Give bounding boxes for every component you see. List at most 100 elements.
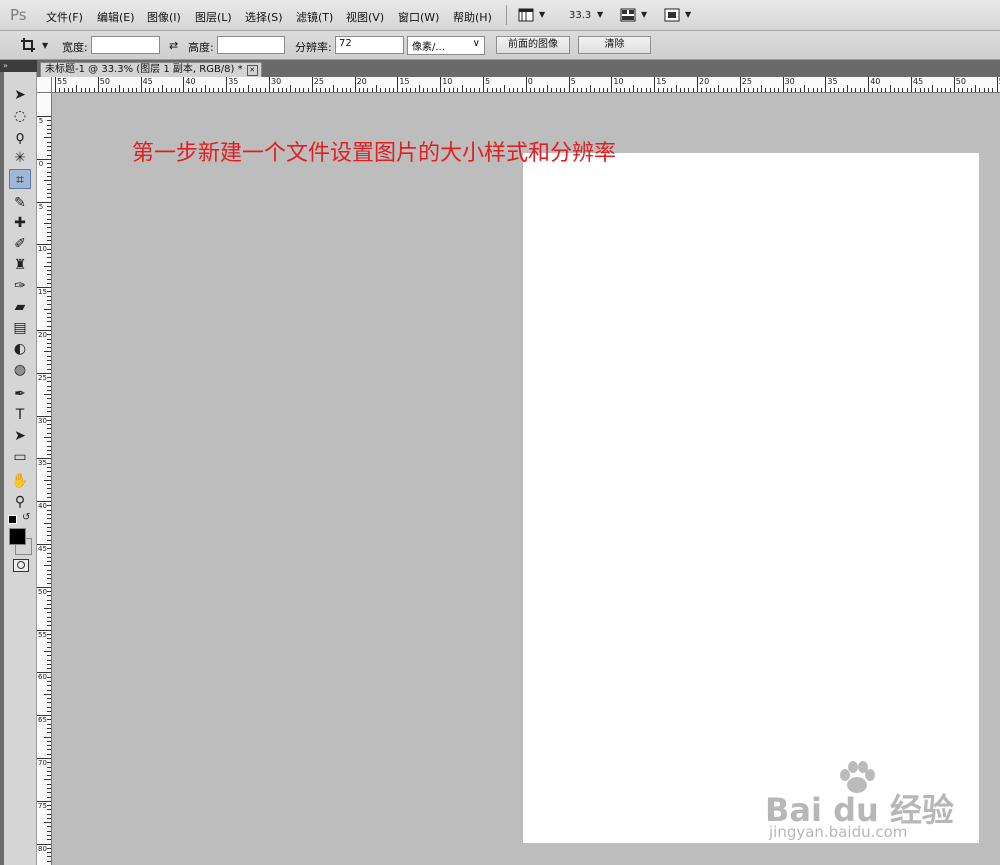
ruler-label: 30 <box>271 77 282 86</box>
ruler-minor-tick <box>684 88 686 92</box>
ruler-minor-tick <box>769 88 771 92</box>
crop-tool-icon[interactable]: ⌗ <box>9 169 31 189</box>
ruler-minor-tick <box>495 88 497 92</box>
chevron-down-icon[interactable]: ▼ <box>597 10 603 19</box>
foreground-color-swatch[interactable] <box>9 528 26 545</box>
ruler-minor-tick <box>307 88 309 92</box>
chevron-down-icon[interactable]: ▼ <box>685 10 691 19</box>
front-image-button[interactable]: 前面的图像 <box>496 36 570 54</box>
ruler-minor-tick <box>256 88 258 92</box>
ruler-label: 45 <box>38 545 47 553</box>
path-select-tool-icon[interactable]: ➤ <box>9 426 31 446</box>
ruler-minor-tick <box>47 210 51 212</box>
swap-colors-icon[interactable]: ↺ <box>22 512 30 523</box>
healing-brush-tool-icon[interactable]: ✚ <box>9 213 31 233</box>
zoom-level[interactable]: 33.3 <box>569 10 591 21</box>
ruler-label: 50 <box>99 77 110 86</box>
ruler-minor-tick <box>47 321 51 323</box>
ruler-minor-tick <box>401 88 403 92</box>
ruler-minor-tick <box>102 88 104 92</box>
move-tool-icon[interactable]: ➤ <box>9 85 31 105</box>
menu-layer[interactable]: 图层(L) <box>195 9 232 25</box>
gradient-tool-icon[interactable]: ▤ <box>9 318 31 338</box>
height-label: 高度: <box>188 41 214 54</box>
workspace[interactable]: 第一步新建一个文件设置图片的大小样式和分辨率 Bai du 经验 jingyan… <box>52 93 1000 865</box>
type-tool-icon[interactable]: T <box>9 405 31 425</box>
blur-tool-icon[interactable]: ◐ <box>9 339 31 359</box>
ruler-minor-tick <box>795 88 797 92</box>
default-colors-icon[interactable] <box>8 515 17 524</box>
marquee-tool-icon[interactable]: ◌ <box>9 106 31 126</box>
ruler-minor-tick <box>585 88 587 92</box>
width-field[interactable] <box>91 36 160 54</box>
ruler-minor-tick <box>47 419 51 421</box>
ruler-minor-tick <box>470 88 472 92</box>
menu-file[interactable]: 文件(F) <box>46 9 83 25</box>
quick-select-tool-icon[interactable]: ✳ <box>9 148 31 168</box>
resolution-unit-select[interactable]: 像素/... ∨ <box>407 36 485 55</box>
ruler-minor-tick <box>936 88 938 92</box>
menu-select[interactable]: 选择(S) <box>245 9 283 25</box>
vertical-ruler[interactable]: 5 0 5 10 15 20 25 30 35 40 45 50 55 60 65 70 75 80 <box>37 93 52 865</box>
ruler-minor-tick <box>72 88 74 92</box>
ruler-minor-tick <box>47 659 51 661</box>
ruler-minor-tick <box>47 342 51 344</box>
document-tab[interactable]: 未标题-1 @ 33.3% (图层 1 副本, RGB/8) * ✕ <box>40 62 262 77</box>
close-icon[interactable]: ✕ <box>246 65 258 76</box>
zoom-tool-icon[interactable]: ⚲ <box>9 492 31 512</box>
ruler-minor-tick <box>47 509 51 511</box>
shape-tool-icon[interactable]: ▭ <box>9 447 31 467</box>
height-field[interactable] <box>217 36 285 54</box>
menu-filter[interactable]: 滤镜(T) <box>296 9 333 25</box>
ruler-minor-tick <box>294 88 296 92</box>
ruler-minor-tick <box>281 88 283 92</box>
clone-stamp-tool-icon[interactable]: ♜ <box>9 255 31 275</box>
eraser-tool-icon[interactable]: ▰ <box>9 297 31 317</box>
clear-button[interactable]: 清除 <box>578 36 651 54</box>
ruler-major-tick <box>311 77 313 92</box>
menu-help[interactable]: 帮助(H) <box>453 9 492 25</box>
ruler-minor-tick <box>47 556 51 558</box>
ruler-origin[interactable] <box>37 77 52 93</box>
crop-tool-preset-icon[interactable] <box>20 37 36 52</box>
dodge-tool-icon[interactable]: ◍ <box>9 360 31 380</box>
ruler-minor-tick <box>47 578 51 580</box>
document-canvas[interactable] <box>523 153 979 843</box>
hand-tool-icon[interactable]: ✋ <box>9 471 31 491</box>
chevron-down-icon[interactable]: ▼ <box>42 41 48 50</box>
ruler-minor-tick <box>47 205 51 207</box>
ruler-minor-tick <box>47 347 51 349</box>
panel-collapse-icon[interactable]: » <box>0 60 37 72</box>
ruler-label: 0 <box>527 77 533 86</box>
menu-window[interactable]: 窗口(W) <box>398 9 439 25</box>
screen-mode-icon[interactable] <box>664 8 680 22</box>
horizontal-ruler[interactable]: 55 50 45 40 35 30 25 20 15 10 5 0 5 10 15 20 25 30 35 40 45 5… <box>52 77 1000 93</box>
ruler-minor-tick <box>47 364 51 366</box>
menu-view[interactable]: 视图(V) <box>346 9 384 25</box>
brush-tool-icon[interactable]: ✐ <box>9 234 31 254</box>
chevron-down-icon[interactable]: ▼ <box>539 10 545 19</box>
eyedropper-tool-icon[interactable]: ✎ <box>9 193 31 213</box>
quick-mask-icon[interactable] <box>13 559 29 572</box>
lasso-tool-icon[interactable]: ϙ <box>9 127 31 147</box>
ruler-label: 35 <box>38 459 47 468</box>
chevron-down-icon[interactable]: ▼ <box>641 10 647 19</box>
swap-dimensions-icon[interactable]: ⇄ <box>169 39 178 52</box>
ruler-minor-tick <box>778 88 780 92</box>
history-brush-tool-icon[interactable]: ✑ <box>9 276 31 296</box>
ruler-minor-tick <box>47 462 51 464</box>
arrange-documents-icon[interactable] <box>620 8 636 22</box>
screen-arrangement-icon[interactable] <box>518 8 534 22</box>
pen-tool-icon[interactable]: ✒ <box>9 384 31 404</box>
ruler-minor-tick <box>47 830 51 832</box>
ruler-minor-tick <box>547 85 549 92</box>
menu-image[interactable]: 图像(I) <box>147 9 181 25</box>
ruler-label: 30 <box>38 416 47 425</box>
resolution-field[interactable]: 72 <box>335 36 404 54</box>
ruler-minor-tick <box>761 85 763 92</box>
ruler-minor-tick <box>47 710 51 712</box>
menu-edit[interactable]: 编辑(E) <box>97 9 135 25</box>
ruler-minor-tick <box>47 145 51 147</box>
resolution-unit-value: 像素/... <box>412 42 445 53</box>
tools-strip <box>4 72 37 865</box>
